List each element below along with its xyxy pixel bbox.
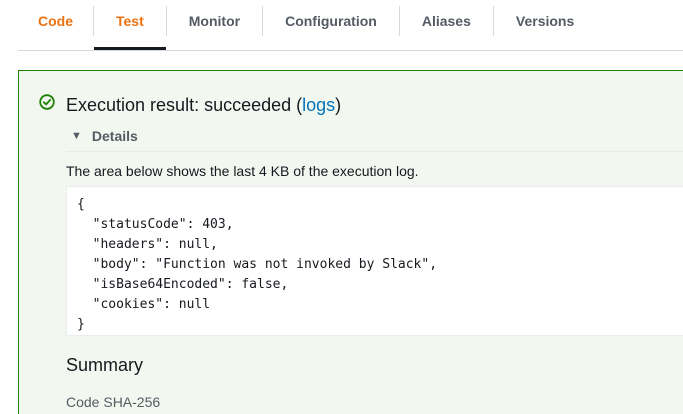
- execution-result-title: Execution result: succeeded (logs): [66, 95, 341, 116]
- result-title-prefix: Execution result: succeeded (: [66, 95, 303, 115]
- summary-heading: Summary: [66, 355, 144, 375]
- log-description: The area below shows the last 4 KB of th…: [66, 163, 419, 179]
- check-circle-icon: [39, 94, 55, 110]
- details-divider: [66, 151, 683, 152]
- lambda-test-page: Code Test Monitor Configuration Aliases …: [0, 0, 683, 414]
- tab-code[interactable]: Code: [18, 0, 93, 42]
- tab-versions[interactable]: Versions: [494, 0, 596, 42]
- tab-bar: Code Test Monitor Configuration Aliases …: [18, 0, 683, 51]
- details-label: Details: [91, 128, 138, 144]
- execution-result-panel: Execution result: succeeded (logs) ▼ Det…: [18, 70, 683, 414]
- caret-down-icon: ▼: [71, 130, 82, 142]
- tab-configuration[interactable]: Configuration: [263, 0, 399, 42]
- tab-aliases[interactable]: Aliases: [400, 0, 493, 42]
- tab-test[interactable]: Test: [94, 0, 166, 50]
- logs-link[interactable]: logs: [302, 95, 335, 115]
- execution-log-box: { "statusCode": 403, "headers": null, "b…: [66, 186, 683, 336]
- code-sha-label: Code SHA-256: [66, 394, 161, 410]
- execution-log-text: { "statusCode": 403, "headers": null, "b…: [77, 197, 438, 332]
- tab-monitor[interactable]: Monitor: [167, 0, 262, 42]
- details-toggle[interactable]: ▼ Details: [71, 128, 138, 144]
- result-title-suffix: ): [335, 95, 342, 115]
